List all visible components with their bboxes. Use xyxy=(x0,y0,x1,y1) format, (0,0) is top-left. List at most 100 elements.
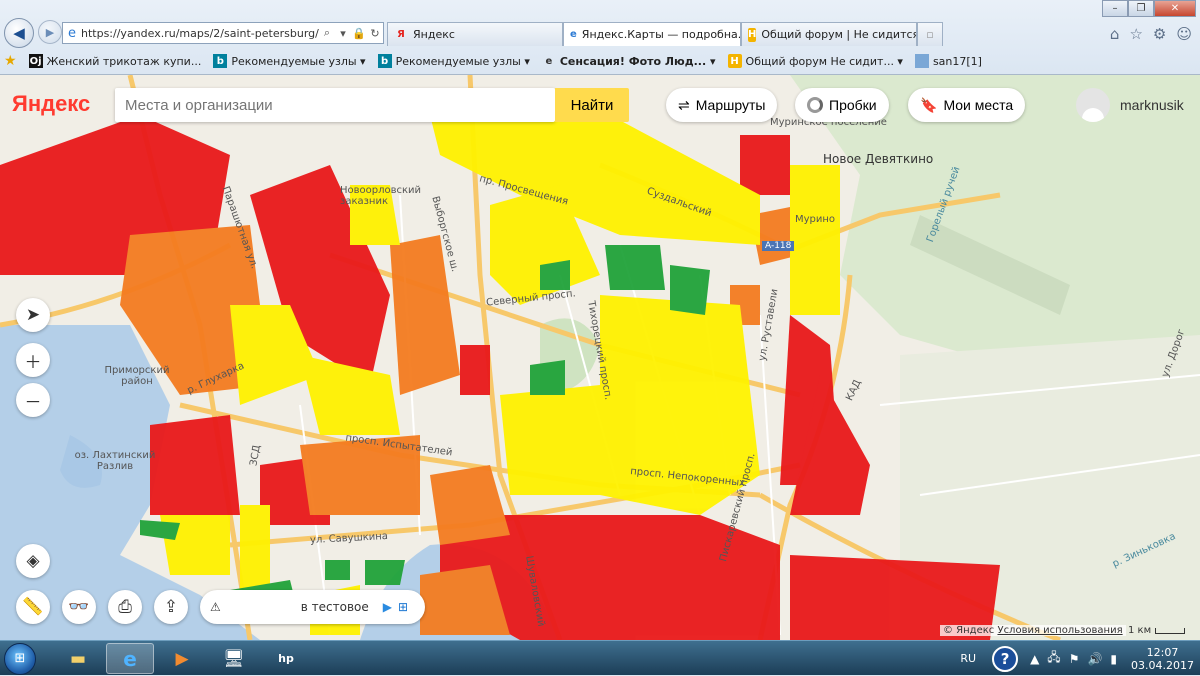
tab-yandex[interactable]: Я Яндекс xyxy=(387,22,563,46)
signal-icon[interactable]: ▮ xyxy=(1110,652,1117,666)
forward-button[interactable]: ▶ xyxy=(38,20,62,44)
browser-chrome: – ❐ ✕ ◀ ▶ e https://yandex.ru/maps/2/sai… xyxy=(0,0,1200,75)
favorite-label: Рекомендуемые узлы ▾ xyxy=(395,54,530,68)
minus-icon: － xyxy=(24,392,42,413)
panorama-button[interactable]: 👓 xyxy=(62,590,96,624)
favorite-link[interactable]: b Рекомендуемые узлы ▾ xyxy=(377,54,530,68)
image-icon xyxy=(914,54,929,68)
map-canvas[interactable]: Новое Девяткино Мурино Приморский район … xyxy=(0,75,1200,640)
favorites-star-button[interactable]: ★ xyxy=(4,53,17,69)
yandex-logo[interactable]: Яндекс xyxy=(12,91,90,117)
new-tab-button[interactable]: ▫ xyxy=(917,22,943,46)
favorite-link[interactable]: Н Общий форум Не сидит... ▾ xyxy=(727,54,903,68)
zone-red xyxy=(740,135,790,195)
language-indicator[interactable]: RU xyxy=(960,652,976,665)
taskbar-ie[interactable]: e xyxy=(106,643,154,674)
routes-label: Маршруты xyxy=(695,97,766,113)
taskbar-explorer[interactable]: ▬ xyxy=(54,643,102,674)
forward-arrow-icon: ▶ xyxy=(45,25,55,39)
share-icon: ⇪ xyxy=(163,597,179,617)
favorites-star-icon[interactable]: ☆ xyxy=(1129,25,1142,43)
routes-button[interactable]: ⇌ Маршруты xyxy=(666,88,778,122)
play-store-icon: ▶ xyxy=(382,600,392,614)
folder-icon: ▬ xyxy=(69,648,87,669)
favorite-link[interactable]: san17[1] xyxy=(914,54,982,68)
location-arrow-icon: ➤ xyxy=(25,305,41,325)
traffic-button[interactable]: Пробки xyxy=(795,88,889,122)
clock-date: 03.04.2017 xyxy=(1131,658,1194,672)
forum-icon: Н xyxy=(748,27,757,42)
start-button[interactable]: ⊞ xyxy=(4,643,36,675)
favorites-add-icon: ★ xyxy=(4,53,17,69)
layers-icon: ◈ xyxy=(26,551,40,571)
yandex-icon: Я xyxy=(397,29,405,40)
lock-icon: 🔒 xyxy=(352,26,366,40)
plus-icon: ＋ xyxy=(24,352,42,373)
tab-forum[interactable]: Н Общий форум | Не сидится - ... xyxy=(741,22,917,46)
share-button[interactable]: ⇪ xyxy=(154,590,188,624)
search-input[interactable] xyxy=(115,88,555,122)
media-player-icon: ▶ xyxy=(175,648,189,669)
volume-icon[interactable]: 🔊 xyxy=(1087,652,1102,666)
taskbar-hp[interactable]: hp xyxy=(262,643,310,674)
clock-time: 12:07 xyxy=(1146,645,1179,659)
favorite-link[interactable]: b Рекомендуемые узлы ▾ xyxy=(213,54,366,68)
map-label: Приморский район xyxy=(104,365,170,387)
tab-title: Яндекс xyxy=(413,28,455,41)
printer-icon: ⎙ xyxy=(118,597,132,617)
refresh-icon[interactable]: ↻ xyxy=(367,27,383,40)
ie-page-icon: e xyxy=(68,25,76,41)
favorite-label: Общий форум Не сидит... ▾ xyxy=(745,54,903,68)
favorite-link[interactable]: e Сенсация! Фото Люд... ▾ xyxy=(542,54,716,68)
zoom-in-button[interactable]: ＋ xyxy=(16,343,50,377)
route-badge: A-118 xyxy=(762,241,795,251)
favorite-label: Сенсация! Фото Люд... ▾ xyxy=(559,54,716,68)
terms-link[interactable]: Условия использования xyxy=(997,625,1122,636)
app-notice[interactable]: ⚠ в тестовое ▶ ⊞ xyxy=(200,590,425,624)
my-places-button[interactable]: 🔖 Мои места xyxy=(908,88,1026,122)
network-device-icon[interactable]: 🖧 xyxy=(1047,648,1060,669)
print-button[interactable]: ⎙ xyxy=(108,590,142,624)
layers-button[interactable]: ◈ xyxy=(16,544,50,578)
navigation-row: ◀ ▶ e https://yandex.ru/maps/2/saint-pet… xyxy=(0,14,1200,50)
browser-toolbar-icons: ⌂ ☆ ⚙ ☺ xyxy=(1110,25,1192,43)
url-text[interactable]: https://yandex.ru/maps/2/saint-petersbur… xyxy=(81,27,319,40)
flag-icon[interactable]: ⚑ xyxy=(1069,652,1080,666)
find-button[interactable]: Найти xyxy=(555,88,629,122)
copyright: © Яндекс Условия использования xyxy=(940,625,1126,636)
show-hidden-icons-icon[interactable]: ▲ xyxy=(1030,652,1039,666)
zone-green xyxy=(605,245,665,290)
warning-icon: ⚠ xyxy=(210,600,221,614)
gear-icon[interactable]: ⚙ xyxy=(1153,25,1166,43)
zone-yellow xyxy=(500,385,620,495)
clock[interactable]: 12:07 03.04.2017 xyxy=(1131,646,1194,672)
map-label: Новое Девяткино xyxy=(823,152,934,166)
home-icon[interactable]: ⌂ xyxy=(1110,25,1120,43)
ruler-button[interactable]: 📏 xyxy=(16,590,50,624)
user-menu[interactable]: marknusik xyxy=(1076,88,1184,122)
help-icon[interactable]: ? xyxy=(992,645,1019,672)
zoom-out-button[interactable]: － xyxy=(16,383,50,417)
geolocation-button[interactable]: ➤ xyxy=(16,298,50,332)
back-button[interactable]: ◀ xyxy=(4,18,34,48)
tab-yandex-maps[interactable]: e Яндекс.Карты — подробна... × xyxy=(563,22,741,46)
zone-green xyxy=(670,265,710,315)
taskbar-media-player[interactable]: ▶ xyxy=(158,643,206,674)
taskbar-app[interactable]: 🖥 xyxy=(210,643,258,674)
address-bar[interactable]: e https://yandex.ru/maps/2/saint-petersb… xyxy=(62,22,384,44)
search-icon[interactable]: ⌕ xyxy=(319,26,335,40)
smiley-icon[interactable]: ☺ xyxy=(1176,25,1192,43)
favorite-link[interactable]: Oj Женский трикотаж купи... xyxy=(28,54,201,68)
username: marknusik xyxy=(1120,97,1184,113)
windows-store-icon: ⊞ xyxy=(398,600,409,614)
binoculars-icon: 👓 xyxy=(68,597,90,617)
ruler-icon: 📏 xyxy=(22,597,44,617)
my-places-label: Мои места xyxy=(943,97,1014,113)
tab-title: Яндекс.Карты — подробна... xyxy=(581,28,741,41)
zone-yellow xyxy=(790,165,840,315)
new-tab-icon: ▫ xyxy=(926,28,934,41)
dropdown-icon[interactable]: ▾ xyxy=(335,27,351,40)
search-box xyxy=(115,88,555,122)
copyright-text: © Яндекс xyxy=(943,625,995,636)
zone-green xyxy=(530,360,565,395)
